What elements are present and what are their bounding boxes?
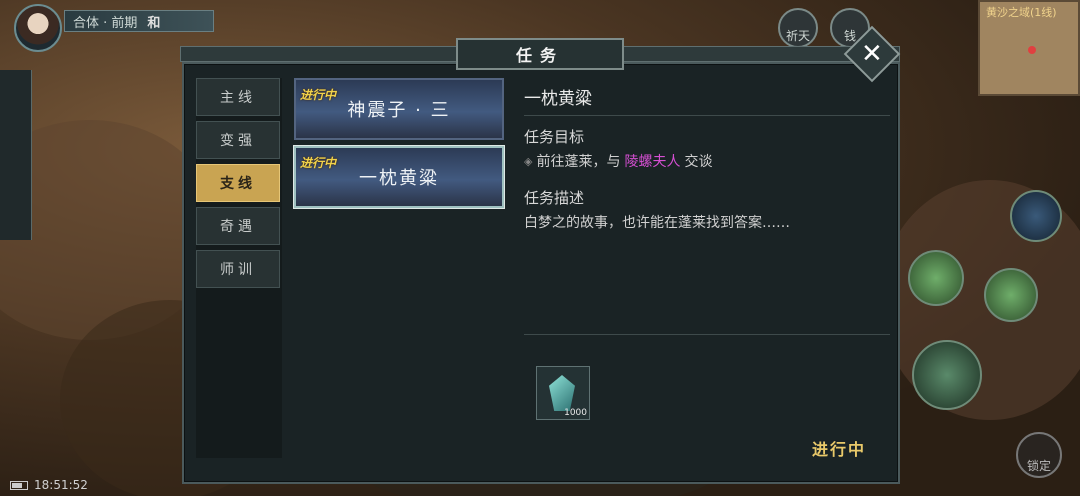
category-label: 师训 <box>220 262 256 278</box>
altar-icon[interactable]: 祈天 <box>778 8 818 48</box>
quest-description: 白梦之的故事，也许能在蓬莱找到答案…… <box>524 215 790 231</box>
goal-npc-link[interactable]: 陵螺夫人 <box>624 151 680 171</box>
in-progress-tag: 进行中 <box>300 156 337 170</box>
battery-icon <box>10 480 28 490</box>
quest-status: 进行中 <box>811 440 866 459</box>
diamond-bullet-icon: ◈ <box>524 154 533 168</box>
cultivation-stage: 合体 · 前期 <box>73 15 138 31</box>
quest-list: 进行中 神震子 · 三 进行中 一枕黄粱 <box>294 78 508 468</box>
quest-item-selected[interactable]: 进行中 一枕黄粱 <box>294 146 504 208</box>
title-wing-left <box>180 46 460 62</box>
reward-count: 1000 <box>564 408 587 418</box>
device-status-bar: 18:51:52 <box>10 478 88 492</box>
money-label: 钱 <box>843 29 856 43</box>
taiji-skill-icon[interactable] <box>1010 190 1062 242</box>
lock-target-button[interactable]: 锁定 <box>1016 432 1062 478</box>
category-list: 主线 变强 支线 奇遇 师训 <box>196 78 282 458</box>
category-encounter[interactable]: 奇遇 <box>196 207 280 245</box>
reward-divider <box>524 334 890 335</box>
altar-label: 祈天 <box>785 29 810 43</box>
category-label: 主线 <box>220 90 256 106</box>
category-side[interactable]: 支线 <box>196 164 280 202</box>
category-mentor[interactable]: 师训 <box>196 250 280 288</box>
close-icon: ✕ <box>861 38 883 69</box>
category-label: 变强 <box>220 133 256 149</box>
category-label: 奇遇 <box>220 219 256 235</box>
in-progress-tag: 进行中 <box>300 88 337 102</box>
minimap-zone-name: 黄沙之域(1线) <box>986 6 1057 19</box>
category-strengthen[interactable]: 变强 <box>196 121 280 159</box>
skill-button-2[interactable] <box>984 268 1038 322</box>
player-marker-icon <box>1028 46 1036 54</box>
reward-item[interactable]: 1000 <box>536 366 590 420</box>
cultivation-bar[interactable]: 合体 · 前期 和 <box>64 10 214 32</box>
quest-detail: 一枕黄粱 任务目标 ◈ 前往蓬莱，与 陵螺夫人 交谈 任务描述 白梦之的故事，也… <box>524 84 890 468</box>
category-main[interactable]: 主线 <box>196 78 280 116</box>
desc-heading: 任务描述 <box>524 189 585 207</box>
mode-label: 和 <box>147 15 161 31</box>
quest-item[interactable]: 进行中 神震子 · 三 <box>294 78 504 140</box>
quest-title: 神震子 · 三 <box>347 100 451 121</box>
goal-heading: 任务目标 <box>524 128 585 146</box>
quest-title: 一枕黄粱 <box>359 168 439 189</box>
clock-time: 18:51:52 <box>34 478 88 492</box>
quest-dialog: 主线 变强 支线 奇遇 师训 进行中 神震子 · 三 进行中 一枕黄粱 一枕黄粱… <box>182 62 900 484</box>
goal-line: ◈ 前往蓬莱，与 陵螺夫人 交谈 <box>524 151 890 171</box>
left-side-panel[interactable] <box>0 70 32 240</box>
skill-button-1[interactable] <box>908 250 964 306</box>
detail-title: 一枕黄粱 <box>524 84 890 116</box>
category-label: 支线 <box>220 176 256 192</box>
goal-prefix: 前往蓬莱，与 <box>536 154 621 170</box>
lock-label: 锁定 <box>1026 459 1051 473</box>
spirit-stone-icon <box>549 375 575 411</box>
fan-skill-icon[interactable] <box>912 340 982 410</box>
goal-suffix: 交谈 <box>684 154 713 170</box>
player-avatar[interactable] <box>14 4 62 52</box>
dialog-title: 任务 <box>456 38 624 70</box>
player-hud: 合体 · 前期 和 <box>0 0 240 52</box>
minimap[interactable]: 黄沙之域(1线) <box>978 0 1080 96</box>
